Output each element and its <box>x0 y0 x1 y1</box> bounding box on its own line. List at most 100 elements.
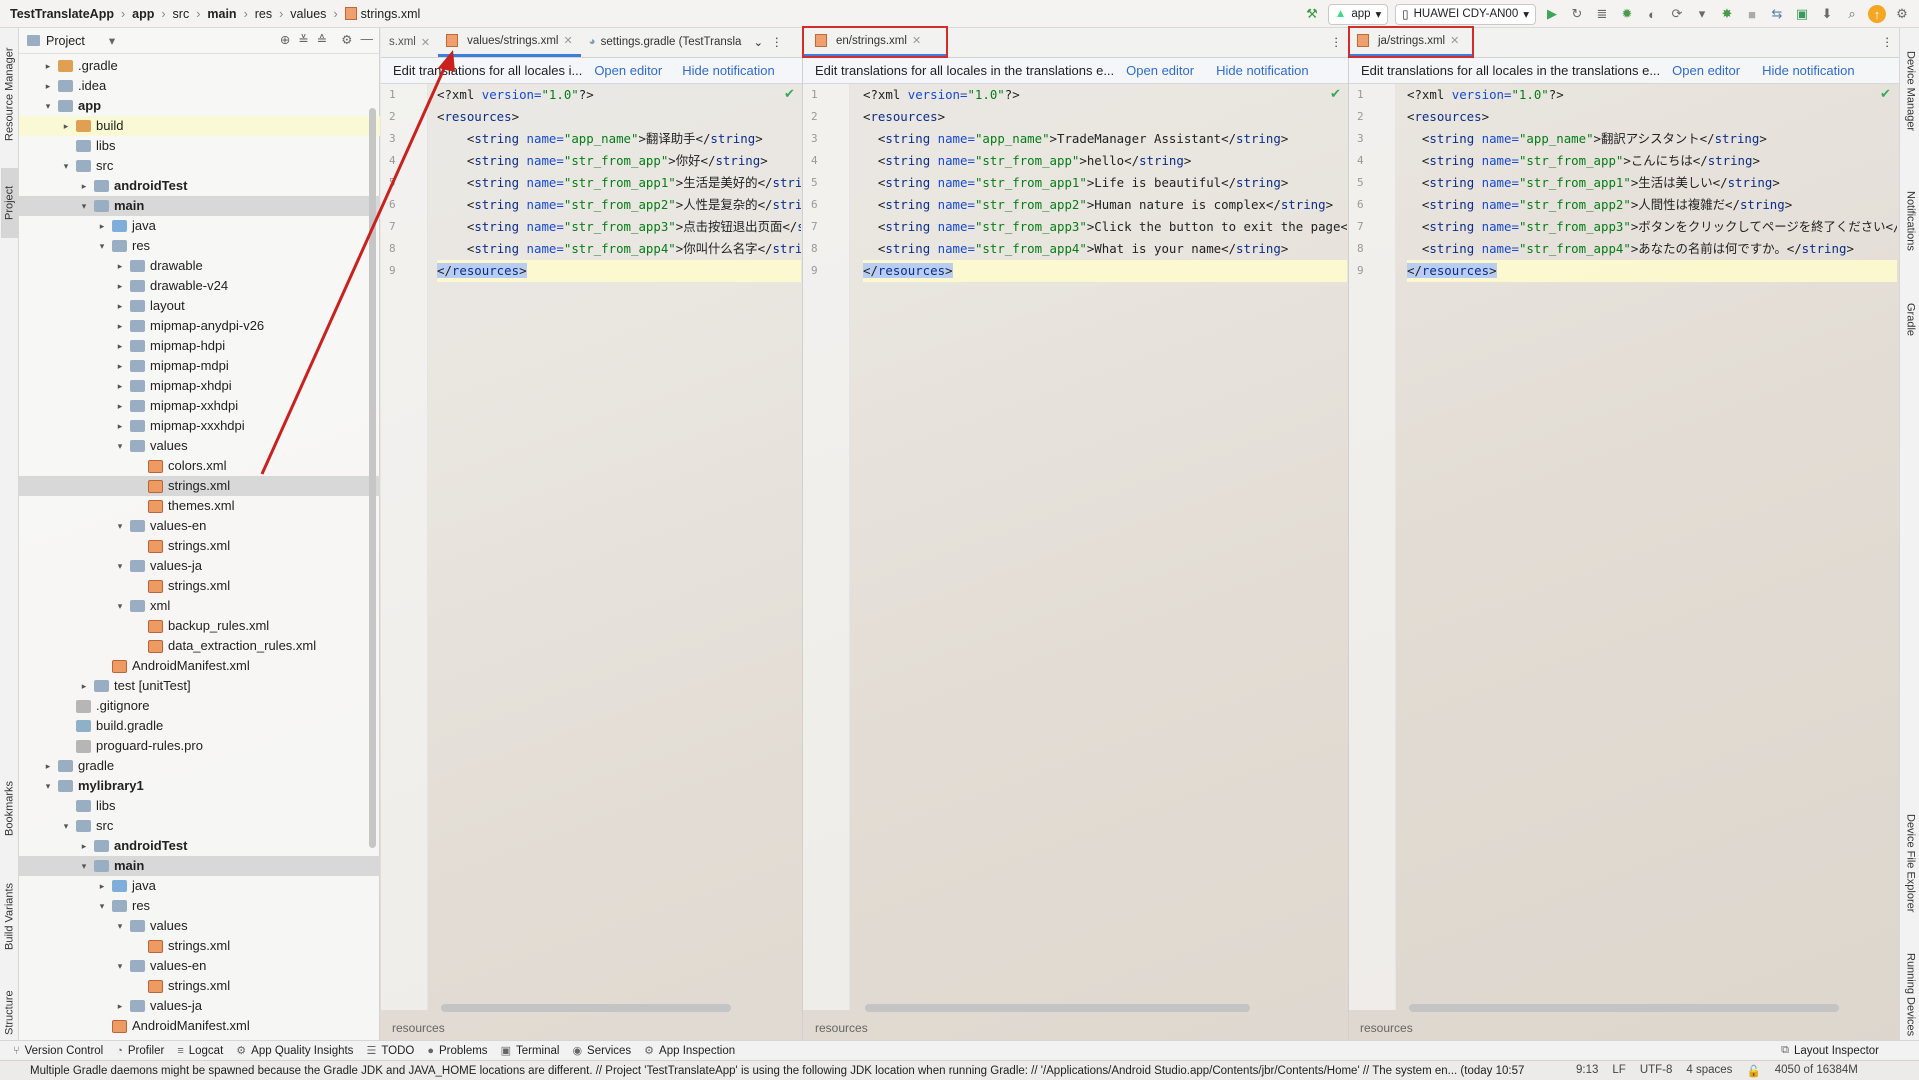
tree-item[interactable]: data_extraction_rules.xml <box>19 636 380 656</box>
code-line[interactable]: <string name="str_from_app">你好</string> <box>437 150 801 172</box>
running-devices-tab[interactable]: Running Devices <box>1902 940 1919 1050</box>
chevron-right-icon[interactable]: ▸ <box>113 316 127 336</box>
tree-item[interactable]: ▸ mipmap-mdpi <box>19 356 380 376</box>
code-line[interactable]: <string name="str_from_app2">人性是复杂的</str… <box>437 194 801 216</box>
chevron-right-icon[interactable]: ▸ <box>41 76 55 96</box>
chevron-right-icon[interactable]: ▸ <box>77 836 91 856</box>
chevron-right-icon[interactable]: ▸ <box>113 416 127 436</box>
chevron-right-icon[interactable]: ▸ <box>95 876 109 896</box>
chevron-right-icon[interactable]: ▸ <box>113 296 127 316</box>
breadcrumb-app[interactable]: app <box>132 7 154 21</box>
editor-pane-en[interactable]: 1 2 3 4 5 6 7 8 9 <?xml version="1.0"?> <resource… <box>803 84 1348 1012</box>
gear-icon[interactable]: ⚙ <box>341 32 352 47</box>
tree-item[interactable]: colors.xml <box>19 456 380 476</box>
tree-item[interactable]: themes.xml <box>19 496 380 516</box>
tree-item[interactable]: build.gradle <box>19 716 380 736</box>
code-line[interactable]: <string name="str_from_app4">你叫什么名字</str… <box>437 238 801 260</box>
code-line[interactable]: <string name="str_from_app2">人間性は複雑だ</st… <box>1407 194 1897 216</box>
tree-item[interactable]: libs <box>19 136 380 156</box>
profile-icon[interactable]: ◐ <box>1643 5 1661 23</box>
collapse-all-icon[interactable]: ≙ <box>317 32 327 47</box>
tree-item[interactable]: strings.xml <box>19 476 380 496</box>
tree-item[interactable]: ▸ drawable <box>19 256 380 276</box>
code-area[interactable]: <?xml version="1.0"?> <resources> <string… <box>1407 84 1897 282</box>
code-line[interactable]: <resources> <box>863 106 1347 128</box>
editor-breadcrumb-footer[interactable]: resources <box>1360 1017 1413 1039</box>
chevron-down-icon[interactable]: ▾ <box>41 96 55 116</box>
chevron-down-icon[interactable]: ▾ <box>41 776 55 796</box>
code-line[interactable]: <string name="str_from_app3">点击按钮退出页面</s… <box>437 216 801 238</box>
tree-item[interactable]: ▸ gradle <box>19 756 380 776</box>
tool-terminal[interactable]: ▣ Terminal <box>501 1044 560 1058</box>
run-icon[interactable]: ▶ <box>1543 5 1561 23</box>
tree-item[interactable]: ▸ androidTest <box>19 176 380 196</box>
code-line[interactable]: <string name="app_name">TradeManager Ass… <box>863 128 1347 150</box>
lock-icon[interactable]: 🔓 <box>1746 1064 1760 1078</box>
horizontal-scrollbar[interactable] <box>1409 1004 1839 1012</box>
breadcrumb-values[interactable]: values <box>290 7 326 21</box>
tree-item[interactable]: strings.xml <box>19 936 380 956</box>
device-manager-tab[interactable]: Device Manager <box>1902 36 1919 146</box>
pane-options-icon[interactable]: ⋮ <box>767 27 787 57</box>
tool-services[interactable]: ◉ Services <box>572 1044 631 1058</box>
tree-item[interactable]: ▾ res <box>19 896 380 916</box>
tool-problems[interactable]: ● Problems <box>427 1045 487 1057</box>
tree-item[interactable]: backup_rules.xml <box>19 616 380 636</box>
tool-app-inspection[interactable]: ⚙ App Inspection <box>644 1044 735 1058</box>
resource-manager-tab[interactable]: Resource Manager <box>1 34 18 154</box>
chevron-right-icon[interactable]: ▸ <box>41 756 55 776</box>
horizontal-scrollbar[interactable] <box>441 1004 731 1012</box>
editor-pane-values[interactable]: 1 2 3 4 5 6 7 8 9 <?xml version="1.0"?> <resource… <box>381 84 802 1012</box>
build-hammer-icon[interactable]: ⚒ <box>1303 5 1321 23</box>
apply-changes-icon[interactable]: ↻ <box>1568 5 1586 23</box>
code-line[interactable]: <string name="str_from_app1">生活は美しい</str… <box>1407 172 1897 194</box>
build-variants-tab[interactable]: Build Variants <box>1 866 18 966</box>
chevron-right-icon[interactable]: ▸ <box>113 376 127 396</box>
file-encoding[interactable]: UTF-8 <box>1640 1064 1673 1078</box>
chevron-down-icon[interactable]: ▾ <box>113 956 127 976</box>
tool-app-quality-insights[interactable]: ⚙ App Quality Insights <box>236 1044 353 1058</box>
device-select[interactable]: ▯ HUAWEI CDY-AN00 ▾ <box>1395 3 1536 25</box>
tool-logcat[interactable]: ≡ Logcat <box>177 1045 223 1057</box>
tree-item[interactable]: ▸ androidTest <box>19 836 380 856</box>
tree-item[interactable]: ▾ values-en <box>19 956 380 976</box>
tree-item[interactable]: ▸ .gradle <box>19 56 380 76</box>
code-line[interactable]: </resources> <box>863 260 1347 282</box>
tree-item[interactable]: proguard-rules.pro <box>19 736 380 756</box>
tree-item[interactable]: ▸ test [unitTest] <box>19 676 380 696</box>
attach-debugger-icon[interactable]: ⟳ <box>1668 5 1686 23</box>
tab-list-dropdown[interactable]: ⌄ <box>749 27 767 57</box>
tool-profiler[interactable]: ◔ Profiler <box>116 1045 164 1057</box>
tool-todo[interactable]: ☰ TODO <box>366 1044 414 1058</box>
tree-item[interactable]: ▸ .idea <box>19 76 380 96</box>
tab-ja-strings-xml[interactable]: ja/strings.xml ✕ <box>1347 26 1475 58</box>
chevron-right-icon[interactable]: ▸ <box>41 56 55 76</box>
code-line[interactable]: <string name="app_name">翻訳アシスタント</string… <box>1407 128 1897 150</box>
horizontal-scrollbar[interactable] <box>865 1004 1250 1012</box>
caret-position[interactable]: 9:13 <box>1576 1064 1598 1078</box>
close-icon[interactable]: ✕ <box>563 34 572 47</box>
tree-item[interactable]: ▸ mipmap-xhdpi <box>19 376 380 396</box>
tree-item[interactable]: ▾ main <box>19 856 380 876</box>
chevron-down-icon[interactable]: ▾ <box>113 436 127 456</box>
chevron-right-icon[interactable]: ▸ <box>77 176 91 196</box>
breadcrumb-src[interactable]: src <box>173 7 190 21</box>
tree-item[interactable]: ▾ main <box>19 196 380 216</box>
sdk-manager-icon[interactable]: ⬇ <box>1818 5 1836 23</box>
chevron-down-icon[interactable]: ▾ <box>59 156 73 176</box>
chevron-down-icon[interactable]: ▾ <box>109 33 115 48</box>
chevron-down-icon[interactable]: ▾ <box>77 196 91 216</box>
tree-item[interactable]: ▾ values-en <box>19 516 380 536</box>
code-line[interactable]: <string name="str_from_app2">Human natur… <box>863 194 1347 216</box>
editor-breadcrumb-footer[interactable]: resources <box>815 1017 868 1039</box>
more-run-icon[interactable]: ▾ <box>1693 5 1711 23</box>
status-message[interactable]: Multiple Gradle daemons might be spawned… <box>30 1065 1560 1077</box>
tree-item[interactable]: ▸ layout <box>19 296 380 316</box>
sync-gradle-icon[interactable]: ⇆ <box>1768 5 1786 23</box>
hide-notification-link[interactable]: Hide notification <box>682 63 775 78</box>
chevron-right-icon[interactable]: ▸ <box>113 276 127 296</box>
tree-item[interactable]: ▸ build <box>19 116 380 136</box>
tab-en-strings-xml[interactable]: en/strings.xml ✕ <box>801 26 949 58</box>
project-view-selector[interactable]: Project <box>46 34 85 48</box>
apply-code-changes-icon[interactable]: ≣ <box>1593 5 1611 23</box>
